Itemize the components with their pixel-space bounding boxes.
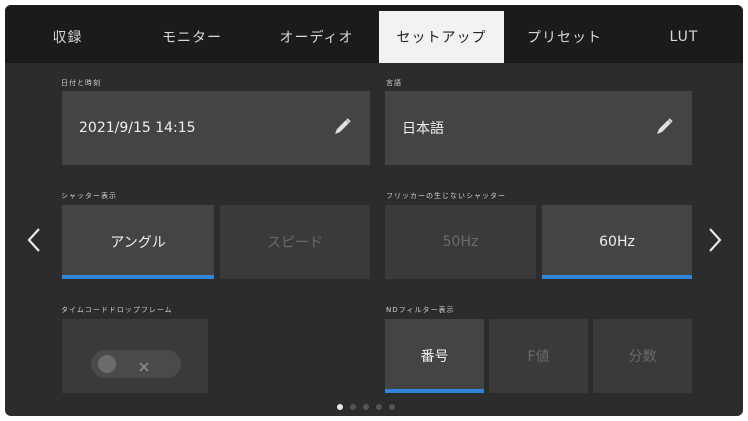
page-indicator	[337, 404, 395, 410]
page-dot[interactable]	[363, 404, 369, 410]
chevron-right-icon[interactable]	[708, 227, 722, 257]
tab-record[interactable]: 収録	[5, 11, 130, 63]
timecode-drop-frame-card	[62, 319, 208, 393]
date-time-value: 2021/9/15 14:15	[79, 120, 196, 136]
page-dot[interactable]	[389, 404, 395, 410]
shutter-angle-option[interactable]: アングル	[62, 205, 214, 279]
nd-stop-option[interactable]: F値	[489, 319, 588, 393]
x-icon	[138, 358, 150, 377]
flicker-60hz-option[interactable]: 60Hz	[542, 205, 692, 279]
option-label: 60Hz	[599, 234, 635, 250]
timecode-drop-frame-toggle[interactable]	[91, 350, 181, 378]
tab-bar: 収録 モニター オーディオ セットアップ プリセット LUT	[5, 5, 743, 63]
selected-indicator	[62, 275, 214, 279]
timecode-drop-frame-label: タイムコードドロップフレーム	[61, 306, 173, 314]
option-label: 番号	[420, 349, 449, 365]
flicker-free-shutter-label: フリッカーの生じないシャッター	[386, 192, 506, 200]
option-label: F値	[527, 349, 550, 365]
page-dot[interactable]	[350, 404, 356, 410]
page-dot[interactable]	[376, 404, 382, 410]
tab-monitor[interactable]: モニター	[130, 11, 254, 63]
nd-number-option[interactable]: 番号	[385, 319, 484, 393]
page-dot[interactable]	[337, 404, 343, 410]
option-label: 50Hz	[442, 234, 479, 250]
language-value: 日本語	[402, 121, 444, 137]
pencil-icon[interactable]	[653, 116, 675, 142]
setup-screen: 収録 モニター オーディオ セットアップ プリセット LUT 日付と時刻 202…	[5, 5, 743, 416]
option-label: アングル	[110, 235, 166, 251]
toggle-knob	[98, 355, 116, 373]
chevron-left-icon[interactable]	[27, 227, 41, 257]
tab-lut[interactable]: LUT	[625, 11, 743, 63]
date-time-field[interactable]: 2021/9/15 14:15	[62, 91, 370, 165]
selected-indicator	[542, 275, 692, 279]
language-label: 言語	[386, 79, 402, 87]
tab-audio[interactable]: オーディオ	[254, 11, 379, 63]
flicker-50hz-option[interactable]: 50Hz	[385, 205, 536, 279]
tab-presets[interactable]: プリセット	[504, 11, 625, 63]
option-label: 分数	[628, 349, 657, 365]
shutter-speed-option[interactable]: スピード	[220, 205, 370, 279]
nd-filter-display-label: NDフィルター表示	[386, 306, 455, 314]
date-time-label: 日付と時刻	[61, 79, 101, 87]
nd-fraction-option[interactable]: 分数	[593, 319, 692, 393]
option-label: スピード	[267, 235, 323, 251]
shutter-display-label: シャッター表示	[61, 192, 117, 200]
tab-setup[interactable]: セットアップ	[379, 11, 504, 63]
selected-indicator	[385, 389, 484, 393]
pencil-icon[interactable]	[331, 116, 353, 142]
language-field[interactable]: 日本語	[385, 91, 692, 165]
